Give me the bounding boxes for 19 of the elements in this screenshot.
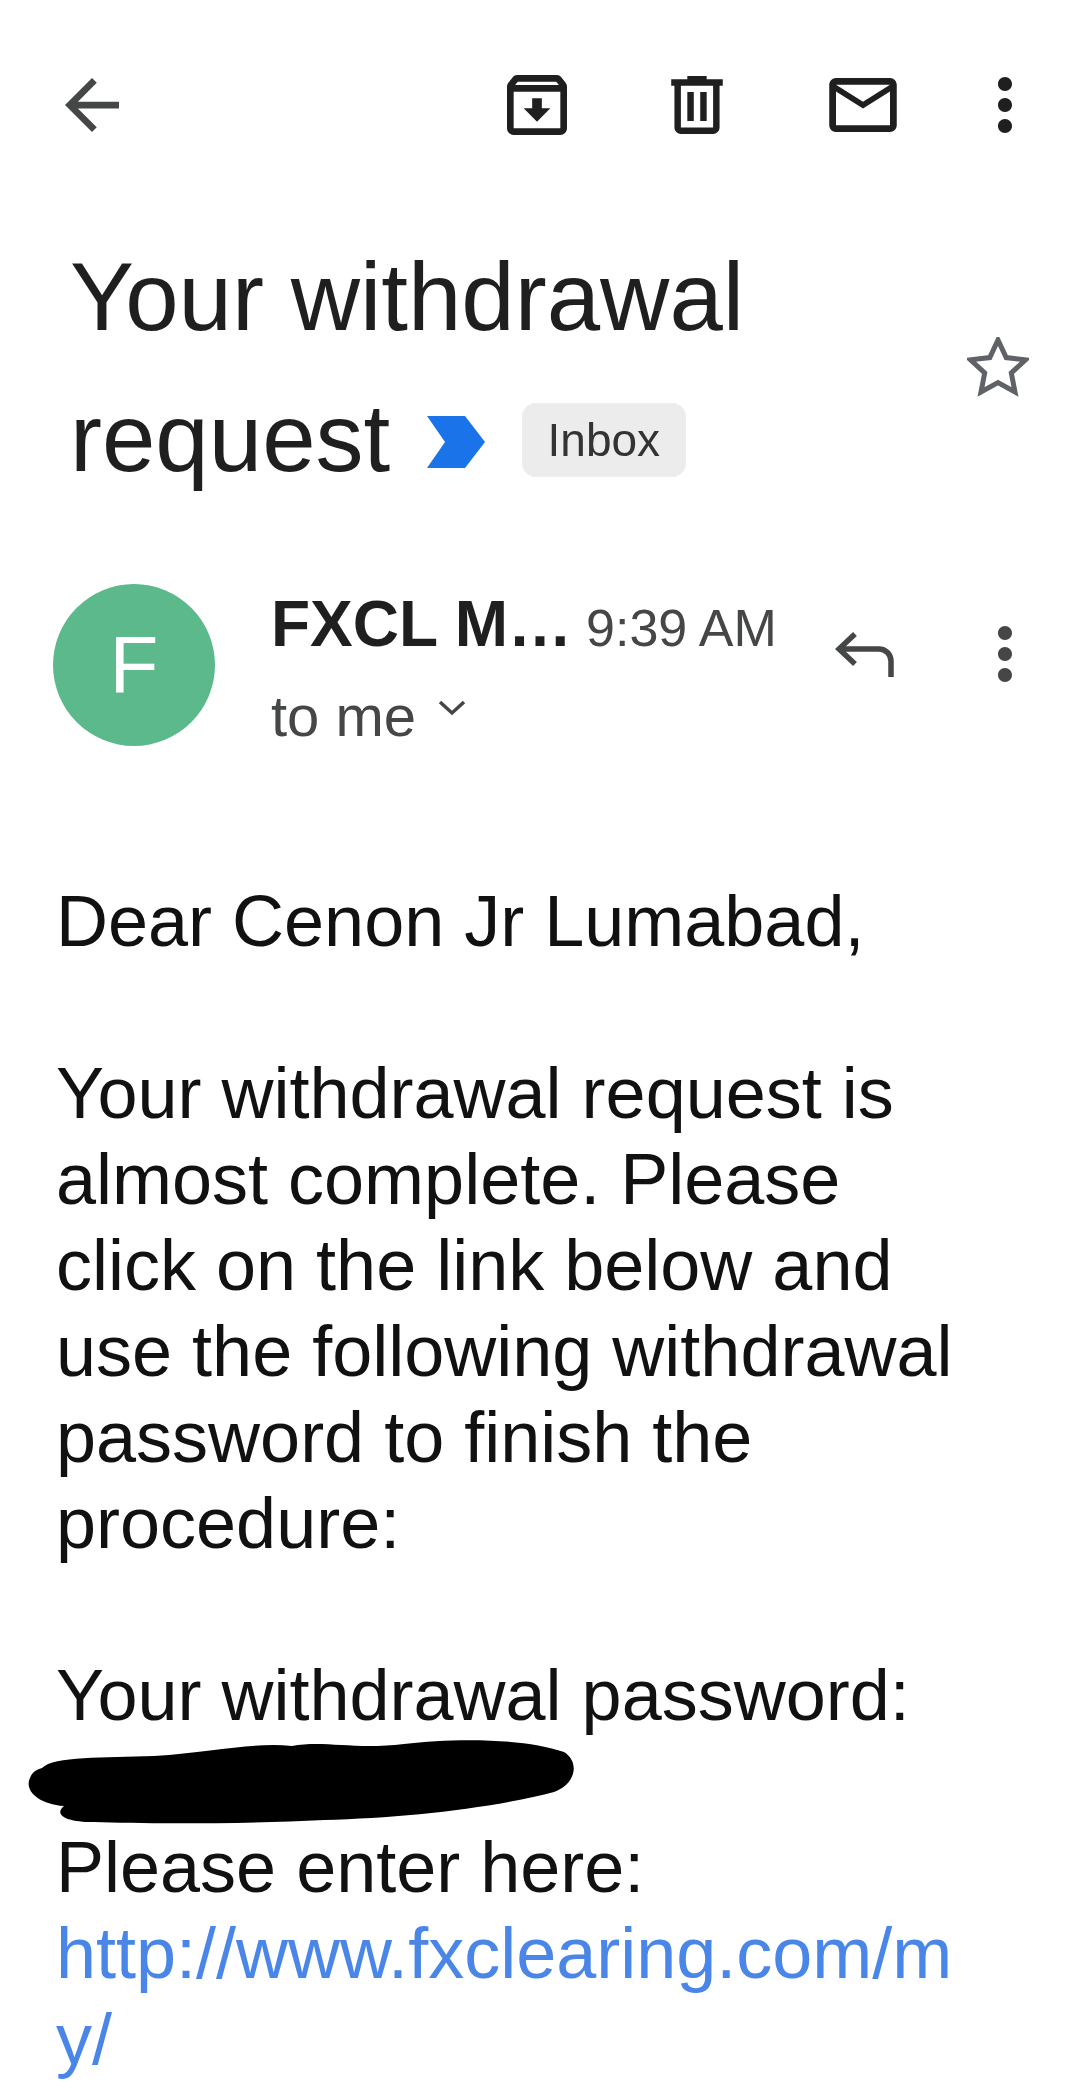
reply-icon	[835, 631, 895, 677]
subject-title: Your withdrawal request Inbox	[70, 242, 746, 493]
sent-time: 9:39 AM	[586, 598, 777, 659]
trash-icon	[671, 76, 723, 134]
back-icon	[65, 78, 119, 132]
sender-name: FXCL M…	[271, 587, 573, 662]
more-icon	[998, 77, 1012, 133]
body-paragraph: Dear Cenon Jr Lumabad,	[56, 880, 866, 963]
more-icon	[998, 626, 1012, 682]
recipients-button[interactable]: to me	[271, 674, 467, 758]
label-chip: Inbox	[521, 402, 687, 477]
body-paragraph: Your withdrawal request is almost complete. Please click on the link below and use the following withdrawal password to finish the procedure:	[56, 1052, 954, 1565]
body-text: Your withdrawal password:	[56, 1654, 911, 1737]
body-text: Please enter here:	[56, 1826, 646, 1909]
avatar: F	[53, 584, 215, 746]
chevron-down-icon	[438, 700, 467, 716]
link[interactable]: http://www.fxclearing.com/my/	[56, 1910, 974, 2082]
archive-icon	[507, 75, 567, 135]
mail-icon	[829, 78, 897, 132]
